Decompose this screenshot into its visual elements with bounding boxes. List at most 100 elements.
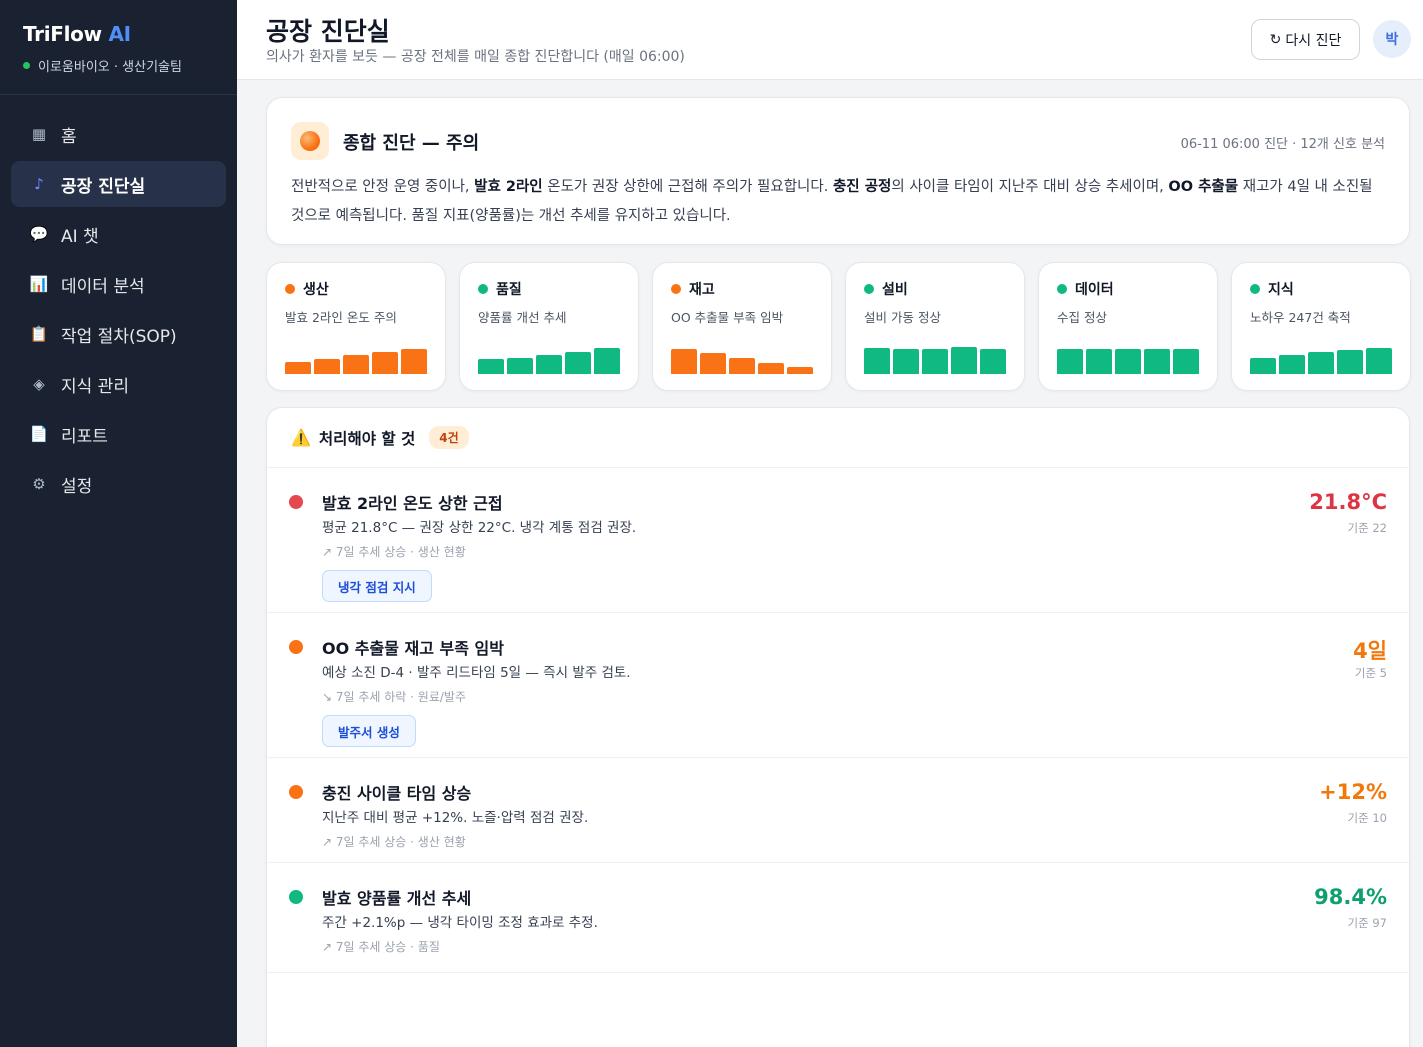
nav-icon: ▦: [31, 125, 47, 143]
category-sparkbars: [1250, 344, 1392, 374]
todo-item-trend[interactable]: ↗ 7일 추세 상승 · 품질: [322, 938, 440, 955]
category-sparkbars: [671, 344, 813, 374]
category-status-dot: [478, 284, 488, 294]
category-card-4[interactable]: 데이터 수집 정상: [1038, 262, 1218, 391]
nav-label: 리포트: [61, 426, 108, 447]
category-card-3[interactable]: 설비설비 가동 정상: [845, 262, 1025, 391]
category-status-dot: [864, 284, 874, 294]
category-desc: OO 추출물 부족 임박: [671, 310, 784, 325]
rediagnose-label: 다시 진단: [1285, 32, 1342, 49]
spark-bar: [1337, 350, 1363, 374]
todo-item-trend[interactable]: ↘ 7일 추세 하락 · 원료/발주: [322, 688, 466, 705]
spark-bar: [864, 347, 890, 374]
category-name: 품질: [496, 282, 522, 298]
spark-bar: [729, 358, 755, 374]
status-orb-icon: [291, 122, 329, 160]
summary-highlight: OO 추출물: [1168, 179, 1239, 195]
todo-item-title: 발효 2라인 온도 상한 근접: [322, 494, 503, 513]
summary-highlight: 발효 2라인: [474, 179, 543, 195]
category-head: 지식: [1250, 279, 1294, 299]
category-status-dot: [285, 284, 295, 294]
sidebar-nav: ▦ 홈 ♪ 공장 진단실 💬 AI 챗 📊 데이터 분석 📋 작업 절차(SOP) ◈ 지식 관리 📄 리…: [0, 95, 237, 527]
nav-icon: 📊: [29, 275, 49, 293]
sidebar-item-5[interactable]: ◈ 지식 관리: [11, 361, 226, 407]
brand-logo[interactable]: TriFlow AI: [23, 22, 214, 46]
spark-bar: [594, 347, 620, 374]
spark-bar: [536, 354, 562, 374]
category-desc: 발효 2라인 온도 주의: [285, 310, 397, 325]
category-card-0[interactable]: 생산발효 2라인 온도 주의: [266, 262, 446, 391]
sidebar-item-4[interactable]: 📋 작업 절차(SOP): [11, 311, 226, 357]
brand-name: TriFlow: [23, 22, 102, 46]
category-name: 데이터: [1075, 282, 1114, 298]
spark-bar: [372, 352, 398, 374]
category-card-1[interactable]: 품질양품률 개선 추세: [459, 262, 639, 391]
severity-dot: [289, 890, 303, 904]
todo-item[interactable]: 충진 사이클 타임 상승 지난주 대비 평균 +12%. 노즐·압력 점검 권장.…: [267, 758, 1409, 863]
category-name: 재고: [689, 282, 715, 298]
summary-highlight: 충진 공정: [832, 179, 892, 195]
todo-header: ⚠️ 처리해야 할 것 4건: [267, 408, 1409, 468]
nav-label: 데이터 분석: [61, 276, 145, 297]
brand-ai: AI: [108, 22, 131, 46]
category-card-2[interactable]: 재고 OO 추출물 부족 임박: [652, 262, 832, 391]
nav-icon: ♪: [34, 175, 44, 193]
page-title: 공장 진단실: [266, 17, 390, 46]
org-label: 이로움바이오 · 생산기술팀: [38, 60, 182, 75]
nav-label: 홈: [61, 126, 77, 147]
nav-icon: 📄: [29, 425, 49, 443]
summary-meta: 06-11 06:00 진단 · 12개 신호 분석: [1180, 137, 1385, 152]
todo-item-trend[interactable]: ↗ 7일 추세 상승 · 생산 현황: [322, 833, 466, 850]
warning-icon: ⚠️: [291, 428, 311, 447]
category-sparkbars: [864, 344, 1006, 374]
category-name: 설비: [882, 282, 908, 298]
sidebar-item-2[interactable]: 💬 AI 챗: [11, 211, 226, 257]
todo-item-value: 98.4%: [1314, 885, 1387, 909]
todo-item-desc: 주간 +2.1%p — 냉각 타이밍 조정 효과로 추정.: [322, 915, 598, 931]
brand-org: 이로움바이오 · 생산기술팀: [23, 56, 214, 75]
nav-label: 작업 절차(SOP): [61, 326, 177, 347]
todo-action-button[interactable]: 발주서 생성: [322, 715, 416, 747]
avatar[interactable]: 박: [1373, 20, 1411, 58]
sidebar-item-7[interactable]: ⚙ 설정: [11, 461, 226, 507]
page-header: 공장 진단실 의사가 환자를 보듯 — 공장 전체를 매일 종합 진단합니다 (…: [237, 0, 1423, 80]
category-name: 지식: [1268, 282, 1294, 298]
category-name: 생산: [303, 282, 329, 298]
todo-item[interactable]: 발효 2라인 온도 상한 근접 평균 21.8°C — 권장 상한 22°C. 냉…: [267, 468, 1409, 613]
nav-icon: ◈: [33, 375, 45, 393]
sidebar-item-0[interactable]: ▦ 홈: [11, 111, 226, 157]
severity-dot: [289, 495, 303, 509]
category-desc: 노하우 247건 축적: [1250, 310, 1351, 325]
todo-item[interactable]: 발효 양품률 개선 추세 주간 +2.1%p — 냉각 타이밍 조정 효과로 추정…: [267, 863, 1409, 973]
spark-bar: [1057, 349, 1083, 374]
spark-bar: [951, 347, 977, 374]
todo-item-trend[interactable]: ↗ 7일 추세 상승 · 생산 현황: [322, 543, 466, 560]
category-sparkbars: [285, 344, 427, 374]
sidebar-item-1[interactable]: ♪ 공장 진단실: [11, 161, 226, 207]
todo-item-baseline: 기준 97: [1347, 916, 1387, 930]
spark-bar: [980, 348, 1006, 374]
category-head: 생산: [285, 279, 329, 299]
todo-action-button[interactable]: 냉각 점검 지시: [322, 570, 432, 602]
todo-item-value: 21.8°C: [1309, 490, 1387, 514]
spark-bar: [1366, 347, 1392, 374]
sidebar-item-3[interactable]: 📊 데이터 분석: [11, 261, 226, 307]
category-desc: 설비 가동 정상: [864, 310, 941, 325]
rediagnose-button[interactable]: ↻ 다시 진단: [1251, 19, 1360, 60]
spark-bar: [1086, 348, 1112, 374]
category-head: 설비: [864, 279, 908, 299]
category-head: 품질: [478, 279, 522, 299]
todo-item[interactable]: OO 추출물 재고 부족 임박 예상 소진 D-4 · 발주 리드타임 5일 — …: [267, 613, 1409, 758]
sidebar-item-6[interactable]: 📄 리포트: [11, 411, 226, 457]
todo-card: ⚠️ 처리해야 할 것 4건 발효 2라인 온도 상한 근접 평균 21.8°C …: [266, 407, 1410, 1047]
spark-bar: [1173, 348, 1199, 374]
spark-bar: [1279, 355, 1305, 374]
nav-label: 공장 진단실: [61, 176, 146, 197]
category-desc: 양품률 개선 추세: [478, 310, 567, 325]
category-sparkbars: [1057, 344, 1199, 374]
spark-bar: [1115, 348, 1141, 374]
category-card-5[interactable]: 지식노하우 247건 축적: [1231, 262, 1411, 391]
spark-bar: [700, 353, 726, 374]
category-status-dot: [1250, 284, 1260, 294]
status-dot: [23, 62, 30, 69]
